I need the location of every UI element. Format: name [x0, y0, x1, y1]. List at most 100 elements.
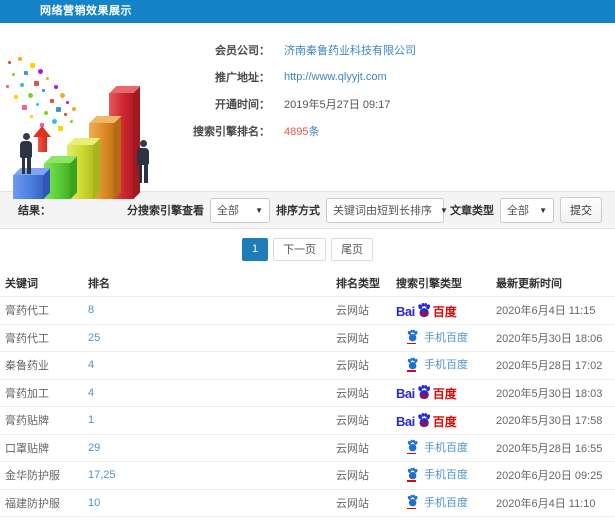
promo-url-label: 推广地址： [215, 71, 270, 84]
rank-link[interactable]: 4 [88, 359, 336, 371]
info-row-opened: 开通时间： 2019年5月27日 09:17 [170, 90, 615, 117]
engine-filter-select[interactable]: 全部 ▼ [210, 197, 270, 223]
next-page-button[interactable]: 下一页 [273, 237, 327, 261]
keyword-cell: 膏药代工 [5, 305, 49, 318]
baidu-logo: Bai du 百度 [396, 412, 457, 429]
rank-type-cell: 云网站 [336, 305, 369, 318]
article-type-select[interactable]: 全部 ▼ [500, 197, 554, 223]
engine-type-cell: Bai du 百度 [396, 384, 496, 401]
col-header-engine-type: 搜索引擎类型 [396, 277, 462, 290]
updated-time-cell: 2020年5月28日 16:55 [496, 442, 603, 455]
rank-type-cell: 云网站 [336, 332, 369, 345]
businessman-figure-left [20, 133, 32, 174]
updated-time-cell: 2020年6月4日 11:15 [496, 305, 596, 318]
engine-filter-label: 分搜索引擎查看 [127, 205, 204, 217]
rank-type-cell: 云网站 [336, 360, 369, 373]
table-row: 口罩贴牌 29 云网站 手机百度 2020年5月28日 16:55 [0, 435, 615, 462]
table-row: 膏药加工 4 云网站 Bai du 百度 2020年5月30日 18:03 [0, 380, 615, 407]
table-body: 膏药代工 8 云网站 Bai du 百度 2020年6月4日 11:15 膏药代工 25 云网站手… [0, 297, 615, 520]
keyword-cell: 口罩贴牌 [5, 442, 49, 455]
mobile-baidu-logo: 手机百度 [396, 466, 468, 482]
keyword-cell: 膏药加工 [5, 387, 49, 400]
up-arrow-icon [33, 126, 51, 152]
baidu-paw-icon: du [416, 302, 432, 318]
rank-type-cell: 云网站 [336, 497, 369, 510]
open-time-label: 开通时间： [215, 98, 270, 111]
col-header-rank-type: 排名类型 [336, 277, 380, 290]
ranking-count-number: 4895 [284, 125, 309, 138]
article-type-label: 文章类型 [450, 205, 494, 217]
businessman-figure-right [137, 140, 149, 183]
rank-type-cell: 云网站 [336, 442, 369, 455]
chevron-down-icon: ▼ [440, 205, 448, 215]
mobile-baidu-logo: 手机百度 [396, 329, 468, 345]
page-button-current[interactable]: 1 [241, 237, 269, 261]
engine-type-cell: 手机百度 [396, 494, 496, 513]
promo-url-link[interactable]: http://www.qlyyjt.com [284, 71, 387, 83]
chevron-down-icon: ▼ [539, 205, 547, 215]
table-row: 膏药代工 25 云网站 手机百度 2020年5月30日 18:06 [0, 325, 615, 352]
rank-link[interactable]: 10 [88, 497, 336, 509]
rank-link[interactable]: 8 [88, 304, 336, 316]
table-row: 金华防护服 17,25 云网站 手机百度 2020年6月20日 09:25 [0, 462, 615, 490]
engine-type-cell: Bai du 百度 [396, 302, 496, 319]
rank-link[interactable]: 1 [88, 414, 336, 426]
chevron-down-icon: ▼ [255, 205, 263, 215]
mobile-baidu-logo: 手机百度 [396, 439, 468, 455]
pagination: 1 下一页 尾页 [0, 229, 615, 269]
company-label: 会员公司： [215, 44, 270, 57]
open-time-value: 2019年5月27日 09:17 [284, 98, 391, 111]
keyword-cell: 福建防护服 [5, 497, 60, 510]
keyword-cell: 膏药代工 [5, 332, 49, 345]
baidu-paw-icon [406, 467, 420, 482]
table-row: 膏药贴牌 1 云网站 Bai du 百度 2020年5月30日 17:58 [0, 407, 615, 435]
rank-link[interactable]: 29 [88, 442, 336, 454]
col-header-keyword: 关键词 [5, 277, 38, 290]
table-row: 福建防护服 10 云网站 手机百度 2020年6月4日 11:10 [0, 490, 615, 517]
info-row-company: 会员公司： 济南秦鲁药业科技有限公司 [170, 36, 615, 63]
rank-type-cell: 云网站 [336, 415, 369, 428]
submit-button[interactable]: 提交 [560, 197, 602, 223]
window-title-bar: 网络营销效果展示 [0, 0, 615, 23]
engine-type-cell: 手机百度 [396, 356, 496, 375]
sort-select[interactable]: 关键词由短到长排序 ▼ [326, 197, 448, 223]
engine-filter-value: 全部 [217, 205, 239, 217]
baidu-paw-icon: du [416, 384, 432, 400]
bar-chart-illustration [0, 23, 170, 199]
updated-time-cell: 2020年5月30日 18:03 [496, 387, 603, 400]
col-header-rank: 排名 [88, 277, 110, 290]
mobile-baidu-logo: 手机百度 [396, 356, 468, 372]
baidu-logo: Bai du 百度 [396, 302, 457, 319]
filter-controls: 分搜索引擎查看 全部 ▼ 排序方式 关键词由短到长排序 ▼ 文章类型 全部 ▼ … [127, 197, 602, 223]
table-header-row: 关键词 排名 排名类型 搜索引擎类型 最新更新时间 [0, 269, 615, 297]
result-label: 结果： [18, 205, 51, 217]
baidu-paw-icon [406, 357, 420, 372]
rank-link[interactable]: 25 [88, 332, 336, 344]
rank-type-cell: 云网站 [336, 470, 369, 483]
baidu-paw-icon: du [416, 412, 432, 428]
keyword-cell: 金华防护服 [5, 470, 60, 483]
rank-link[interactable]: 4 [88, 387, 336, 399]
table-row: 膏药代工 8 云网站 Bai du 百度 2020年6月4日 11:15 [0, 297, 615, 325]
baidu-paw-icon [406, 329, 420, 344]
keyword-cell: 膏药贴牌 [5, 415, 49, 428]
rank-link[interactable]: 17,25 [88, 469, 336, 481]
ranking-count-unit: 条 [308, 125, 320, 138]
updated-time-cell: 2020年5月30日 18:06 [496, 332, 603, 345]
company-link[interactable]: 济南秦鲁药业科技有限公司 [284, 42, 416, 58]
ranking-count-value: 4895条 [284, 123, 319, 139]
article-type-value: 全部 [507, 205, 529, 217]
keyword-cell: 秦鲁药业 [5, 360, 49, 373]
rank-type-cell: 云网站 [336, 387, 369, 400]
updated-time-cell: 2020年5月28日 17:02 [496, 360, 603, 373]
engine-type-cell: 手机百度 [396, 466, 496, 485]
baidu-paw-icon [406, 439, 420, 454]
last-page-button[interactable]: 尾页 [331, 237, 374, 261]
info-row-ranking-count: 搜索引擎排名： 4895条 [170, 117, 615, 144]
engine-type-cell: 手机百度 [396, 329, 496, 348]
updated-time-cell: 2020年6月4日 11:10 [496, 497, 596, 510]
ranking-count-label: 搜索引擎排名： [193, 125, 270, 138]
updated-time-cell: 2020年5月30日 17:58 [496, 415, 603, 428]
mobile-baidu-logo: 手机百度 [396, 494, 468, 510]
table-row: 秦鲁药业 4 云网站 手机百度 2020年5月28日 17:02 [0, 352, 615, 380]
